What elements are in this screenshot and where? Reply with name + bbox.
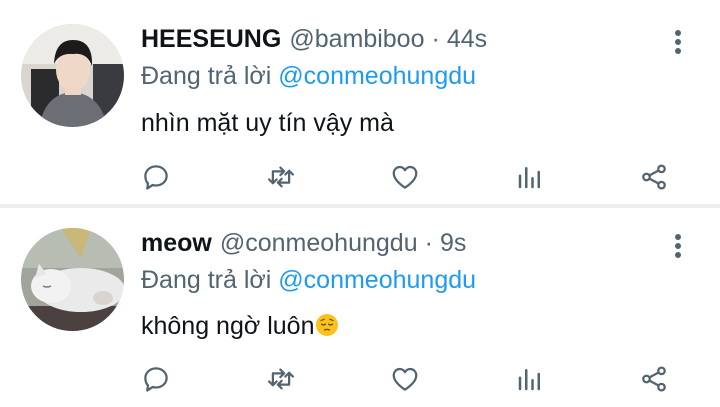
replying-to: Đang trả lời @conmeohungdu bbox=[141, 62, 476, 91]
reply-prefix: Đang trả lời bbox=[141, 62, 272, 90]
retweet-button[interactable] bbox=[261, 359, 301, 399]
tweet[interactable]: HEESEUNG @bambiboo · 44s Đang trả lời @c… bbox=[0, 0, 720, 204]
tweet-text: nhìn mặt uy tín vậy mà bbox=[141, 109, 394, 137]
share-button[interactable] bbox=[634, 359, 674, 399]
display-name[interactable]: meow bbox=[141, 229, 212, 258]
cat-avatar-image bbox=[21, 228, 124, 331]
reply-mention-link[interactable]: @conmeohungdu bbox=[278, 266, 476, 294]
share-button[interactable] bbox=[634, 157, 674, 197]
analytics-icon bbox=[518, 369, 540, 391]
tweet-text-content: không ngờ luôn bbox=[141, 312, 315, 340]
timestamp[interactable]: 9s bbox=[440, 229, 466, 258]
analytics-button[interactable] bbox=[510, 359, 550, 399]
user-handle[interactable]: @bambiboo bbox=[289, 25, 424, 54]
separator: · bbox=[424, 229, 433, 257]
pensive-face-emoji-icon bbox=[316, 314, 339, 336]
separator: · bbox=[431, 25, 440, 53]
retweet-button[interactable] bbox=[261, 157, 301, 197]
reply-button[interactable] bbox=[136, 359, 176, 399]
timestamp[interactable]: 44s bbox=[447, 25, 487, 54]
reply-prefix: Đang trả lời bbox=[141, 266, 272, 294]
more-options-icon[interactable] bbox=[666, 231, 690, 261]
user-handle[interactable]: @conmeohungdu bbox=[220, 229, 418, 258]
share-icon bbox=[642, 164, 666, 190]
person-avatar-image bbox=[21, 24, 124, 127]
retweet-icon bbox=[268, 368, 294, 390]
like-icon bbox=[392, 165, 418, 189]
share-icon bbox=[642, 366, 666, 392]
display-name[interactable]: HEESEUNG bbox=[141, 25, 281, 54]
more-options-icon[interactable] bbox=[666, 27, 690, 57]
tweet-text: không ngờ luôn bbox=[141, 312, 339, 341]
avatar[interactable] bbox=[21, 228, 124, 331]
analytics-icon bbox=[518, 167, 540, 189]
reply-icon bbox=[144, 165, 168, 190]
action-bar bbox=[0, 157, 720, 197]
tweet-header: meow @conmeohungdu · 9s bbox=[141, 229, 466, 265]
tweet-header: HEESEUNG @bambiboo · 44s bbox=[141, 25, 487, 61]
avatar[interactable] bbox=[21, 24, 124, 127]
like-button[interactable] bbox=[385, 157, 425, 197]
tweet[interactable]: meow @conmeohungdu · 9s Đang trả lời @co… bbox=[0, 208, 720, 407]
reply-mention-link[interactable]: @conmeohungdu bbox=[278, 62, 476, 90]
action-bar bbox=[0, 359, 720, 399]
retweet-icon bbox=[268, 166, 294, 188]
like-icon bbox=[392, 367, 418, 391]
replying-to: Đang trả lời @conmeohungdu bbox=[141, 266, 476, 295]
like-button[interactable] bbox=[385, 359, 425, 399]
reply-icon bbox=[144, 367, 168, 392]
analytics-button[interactable] bbox=[510, 157, 550, 197]
reply-button[interactable] bbox=[136, 157, 176, 197]
